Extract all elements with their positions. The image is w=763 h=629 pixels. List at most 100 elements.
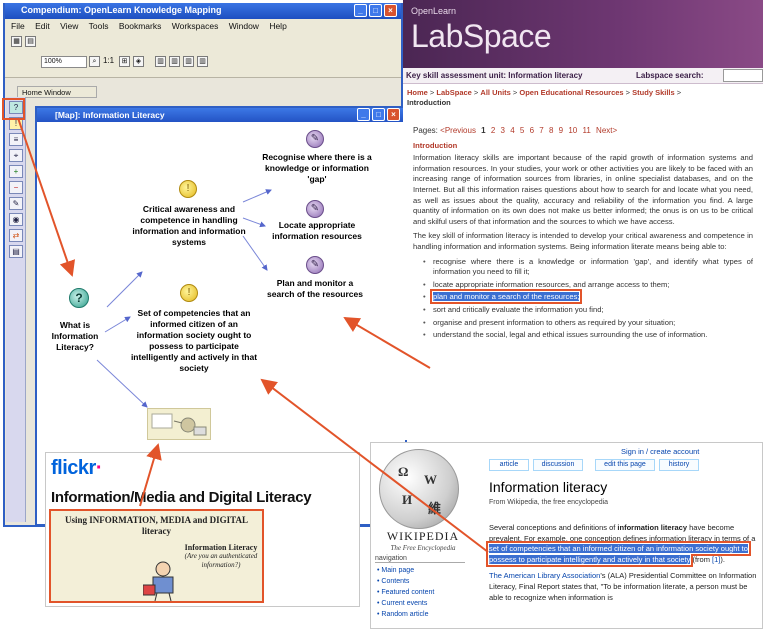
menu-workspaces[interactable]: Workspaces: [172, 21, 219, 31]
decision-node-icon[interactable]: ✎: [306, 130, 324, 148]
article-title: Information literacy: [489, 479, 608, 495]
map-maximize-button[interactable]: □: [372, 108, 385, 121]
next-link[interactable]: Next>: [596, 126, 617, 135]
breadcrumb-home[interactable]: Home: [407, 88, 428, 97]
idea-node-icon[interactable]: !: [180, 284, 198, 302]
paragraph: Several conceptions and definitions of i…: [486, 523, 759, 567]
question-node-icon[interactable]: ?: [69, 288, 89, 308]
close-button[interactable]: ×: [384, 4, 397, 17]
text: Several conceptions and definitions of: [489, 523, 618, 532]
flickr-heading: Information/Media and Digital Literacy: [51, 489, 312, 506]
breadcrumb-labspace[interactable]: LabSpace: [436, 88, 471, 97]
breadcrumb-oer[interactable]: Open Educational Resources: [519, 88, 623, 97]
page-link[interactable]: 8: [549, 126, 553, 135]
labspace-logo[interactable]: LabSpace: [411, 18, 552, 55]
compendium-window: Compendium: OpenLearn Knowledge Mapping …: [3, 3, 407, 527]
ala-link[interactable]: The American Library Association: [489, 571, 600, 580]
decision-node-icon[interactable]: ✎: [9, 197, 23, 210]
menu-bookmarks[interactable]: Bookmarks: [119, 21, 162, 31]
map-close-button[interactable]: ×: [387, 108, 400, 121]
node-awareness[interactable]: Critical awareness and competence in han…: [131, 204, 247, 248]
decision-node-icon[interactable]: ✎: [306, 200, 324, 218]
labspace-content: Pages: <Previous 1 2 3 4 5 6 7 8 9 10 11…: [413, 126, 753, 343]
nav-current-events[interactable]: Current events: [377, 600, 427, 607]
argument-node-icon[interactable]: ⇄: [9, 229, 23, 242]
tab-article[interactable]: article: [489, 459, 529, 471]
wikipedia-wordmark: WIKIPEDIA: [386, 529, 460, 543]
page-link[interactable]: 2: [491, 126, 495, 135]
prev-link[interactable]: <Previous: [440, 126, 476, 135]
labspace-banner: OpenLearn LabSpace: [403, 0, 763, 68]
flickr-logo[interactable]: flickr·: [51, 457, 102, 480]
menu-tools[interactable]: Tools: [89, 21, 109, 31]
page-link[interactable]: 5: [520, 126, 524, 135]
menu-edit[interactable]: Edit: [35, 21, 50, 31]
tab-history[interactable]: history: [659, 459, 699, 471]
map-title: [Map]: Information Literacy: [55, 110, 165, 120]
con-node-icon[interactable]: −: [9, 181, 23, 194]
list-node-icon[interactable]: ≡: [9, 133, 23, 146]
flickr-image-title: Using INFORMATION, MEDIA and DIGITAL lit…: [65, 515, 248, 536]
layout-icon-3[interactable]: ▥: [183, 56, 194, 67]
pro-node-icon[interactable]: +: [9, 165, 23, 178]
toolbar: ▦ ▤ 100% ⌕ 1:1 ⊞ ◈ ▥ ▥ ▥ ▥: [5, 32, 401, 78]
focus-icon[interactable]: ◈: [133, 56, 144, 67]
idea-node-icon[interactable]: !: [9, 117, 23, 130]
page-link[interactable]: 3: [501, 126, 505, 135]
menu-help[interactable]: Help: [269, 21, 286, 31]
wikipedia-globe-logo[interactable]: Ω W И 維: [379, 449, 459, 529]
reference-node-icon[interactable]: ◉: [9, 213, 23, 226]
page-link[interactable]: 7: [539, 126, 543, 135]
nav-main-page[interactable]: Main page: [377, 567, 414, 574]
layout-icon-4[interactable]: ▥: [197, 56, 208, 67]
node-palette: ? ! ≡ ⌖ + − ✎ ◉ ⇄ ▤: [6, 97, 26, 522]
breadcrumb-current: Introduction: [407, 98, 451, 107]
idea-node-icon[interactable]: !: [179, 180, 197, 198]
map-minimize-button[interactable]: _: [357, 108, 370, 121]
node-plan[interactable]: Plan and monitor a search of the resourc…: [265, 278, 365, 300]
question-node-icon[interactable]: ?: [9, 101, 23, 114]
nav-contents[interactable]: Contents: [377, 578, 409, 585]
menu-window[interactable]: Window: [229, 21, 259, 31]
search-icon[interactable]: ⌕: [89, 56, 100, 67]
image-reference-node[interactable]: [147, 408, 211, 440]
home-window-tab[interactable]: Home Window: [17, 86, 97, 98]
cartoon-figure: [143, 561, 174, 601]
menu-view[interactable]: View: [60, 21, 78, 31]
menu-file[interactable]: File: [11, 21, 25, 31]
flickr-image[interactable]: Using INFORMATION, MEDIA and DIGITAL lit…: [49, 509, 264, 603]
zoom-ratio-icon[interactable]: 1:1: [103, 56, 114, 65]
maximize-button[interactable]: □: [369, 4, 382, 17]
node-recognise[interactable]: Recognise where there is a knowledge or …: [262, 152, 372, 185]
flickr-image-subtitle-heading: Information Literacy: [184, 543, 258, 552]
breadcrumb-study-skills[interactable]: Study Skills: [632, 88, 675, 97]
new-map-icon[interactable]: ▦: [11, 36, 22, 47]
page-link[interactable]: 4: [510, 126, 514, 135]
fit-icon[interactable]: ⊞: [119, 56, 130, 67]
zoom-select[interactable]: 100%: [41, 56, 87, 68]
minimize-button[interactable]: _: [354, 4, 367, 17]
node-locate[interactable]: Locate appropriate information resources: [259, 220, 375, 242]
nav-random-article[interactable]: Random article: [377, 611, 428, 618]
node-root[interactable]: What is Information Literacy?: [41, 320, 109, 353]
page-link[interactable]: 11: [583, 126, 591, 135]
note-node-icon[interactable]: ▤: [9, 245, 23, 258]
tab-discussion[interactable]: discussion: [533, 459, 583, 471]
open-icon[interactable]: ▤: [25, 36, 36, 47]
page-link[interactable]: 10: [568, 126, 577, 135]
breadcrumb-all-units[interactable]: All Units: [480, 88, 510, 97]
nav-featured[interactable]: Featured content: [377, 589, 434, 596]
highlighted-text: plan and monitor a search of the resourc…: [429, 289, 583, 305]
node-competencies[interactable]: Set of competencies that an informed cit…: [129, 308, 259, 374]
labspace-search-input[interactable]: [723, 69, 763, 82]
account-link[interactable]: Sign in / create account: [621, 447, 699, 456]
map-node-icon[interactable]: ⌖: [9, 149, 23, 162]
compendium-titlebar: Compendium: OpenLearn Knowledge Mapping: [5, 3, 401, 19]
layout-icon-2[interactable]: ▥: [169, 56, 180, 67]
decision-node-icon[interactable]: ✎: [306, 256, 324, 274]
page-link[interactable]: 6: [530, 126, 534, 135]
labspace-window: OpenLearn LabSpace Key skill assessment …: [403, 0, 763, 440]
layout-icon-1[interactable]: ▥: [155, 56, 166, 67]
tab-edit[interactable]: edit this page: [595, 459, 655, 471]
page-link[interactable]: 9: [559, 126, 563, 135]
